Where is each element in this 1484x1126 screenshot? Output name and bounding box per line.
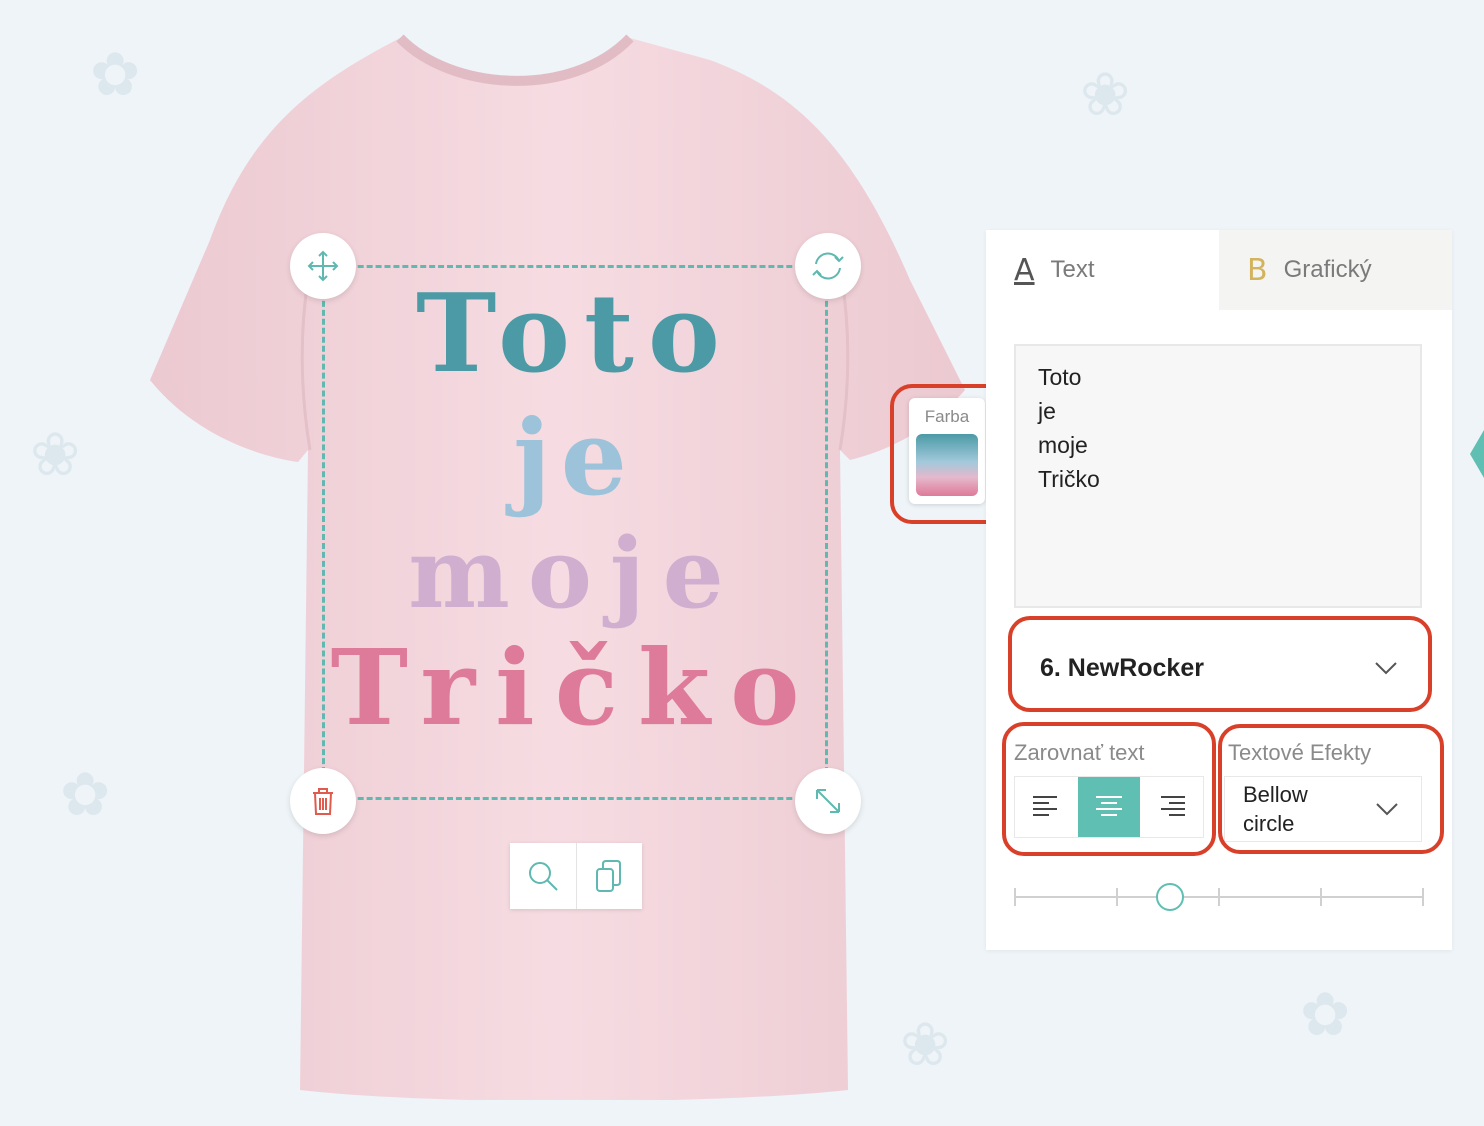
canvas-mini-toolbar	[510, 843, 642, 909]
tab-graphic-label: Grafický	[1283, 256, 1372, 283]
duplicate-button[interactable]	[575, 843, 643, 909]
slider-tick	[1218, 888, 1220, 906]
background-doodle: ❀	[30, 420, 81, 490]
slider-tick	[1116, 888, 1118, 906]
panel-tabs: A Text B Grafický	[986, 230, 1452, 310]
slider-thumb[interactable]	[1155, 883, 1184, 911]
selection-box	[322, 265, 828, 800]
background-doodle: ✿	[1300, 980, 1351, 1050]
slider-tick	[1014, 888, 1016, 906]
resize-handle[interactable]	[795, 768, 861, 834]
text-a-icon: A	[1014, 252, 1035, 288]
text-input[interactable]: Toto je moje Tričko	[1014, 344, 1422, 608]
highlight-ring-font	[1008, 616, 1432, 712]
tab-text[interactable]: A Text	[986, 230, 1219, 310]
slider-tick	[1320, 888, 1322, 906]
rotate-handle[interactable]	[795, 233, 861, 299]
move-handle[interactable]	[290, 233, 356, 299]
tab-graphic[interactable]: B Grafický	[1219, 230, 1452, 310]
collapse-panel-arrow[interactable]	[1470, 430, 1484, 478]
move-arrows-icon	[307, 250, 339, 282]
background-doodle: ✿	[90, 40, 141, 110]
tab-text-label: Text	[1050, 256, 1095, 283]
background-doodle: ✿	[60, 760, 111, 830]
highlight-ring-align	[1002, 722, 1216, 856]
size-slider[interactable]	[1014, 882, 1424, 912]
highlight-ring-effects	[1218, 724, 1444, 854]
resize-diagonal-icon	[816, 789, 840, 813]
slider-tick	[1422, 888, 1424, 906]
trash-icon	[313, 788, 333, 815]
delete-handle[interactable]	[290, 768, 356, 834]
graphic-b-icon: B	[1247, 252, 1268, 288]
background-doodle: ❀	[1080, 60, 1131, 130]
magnifier-icon	[528, 862, 558, 891]
rotate-icon	[812, 252, 844, 280]
zoom-button[interactable]	[510, 843, 576, 909]
copy-icon	[596, 860, 622, 892]
